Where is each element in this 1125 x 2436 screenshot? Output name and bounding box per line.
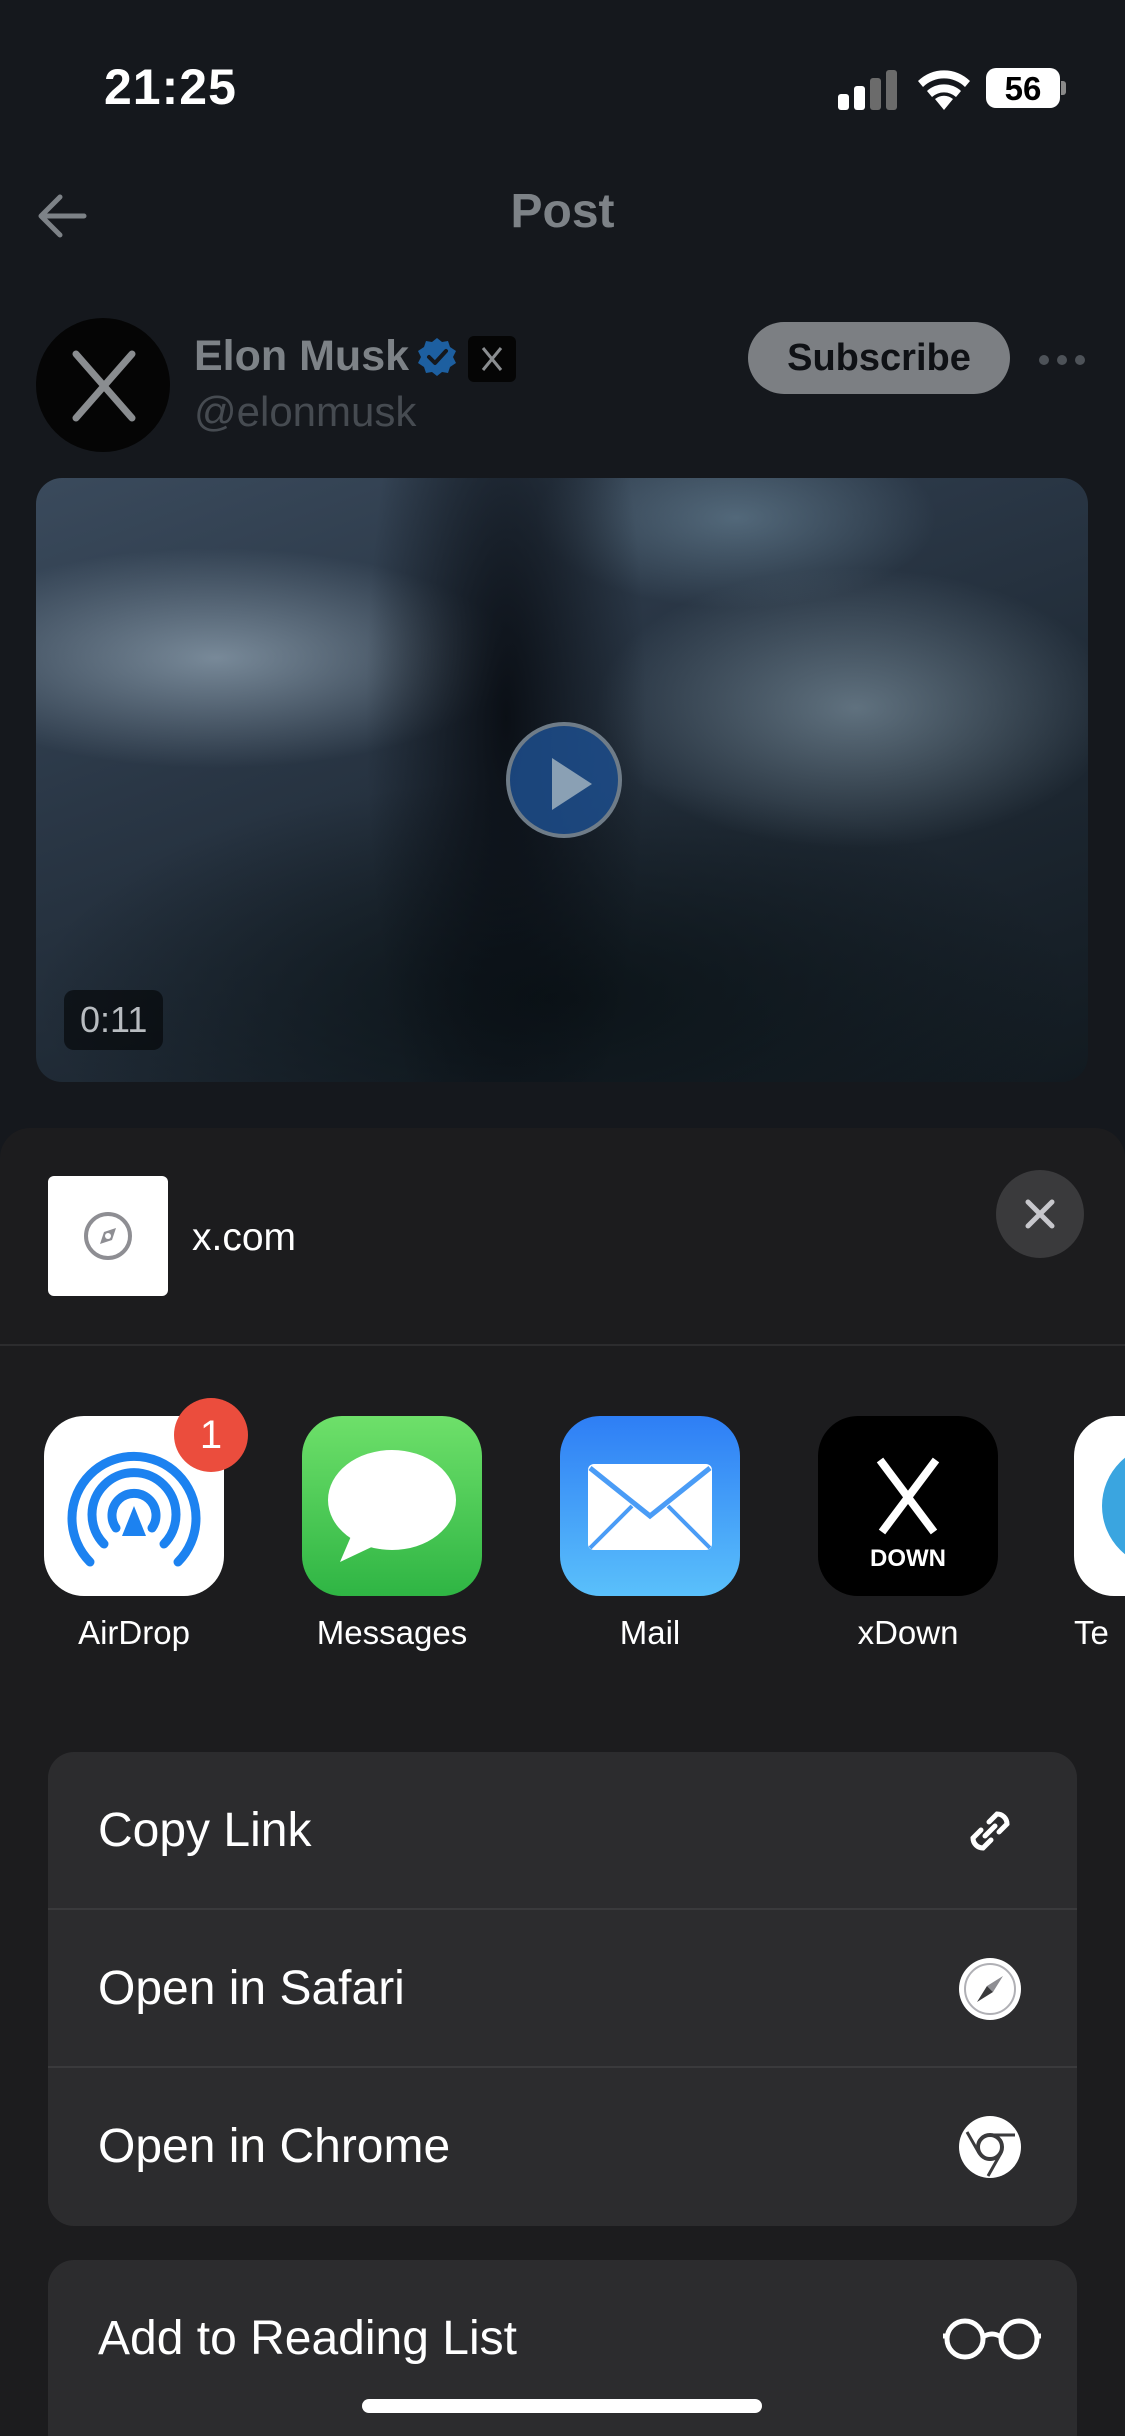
share-sheet-header: x.com xyxy=(0,1128,1125,1344)
status-bar: 21:25 56 xyxy=(0,0,1125,160)
x-logo-icon xyxy=(72,350,136,422)
author-name[interactable]: Elon Musk xyxy=(194,332,409,381)
app-label: Te xyxy=(1074,1614,1109,1651)
shared-url: x.com xyxy=(192,1216,297,1259)
action-label: Add to Reading List xyxy=(98,2312,517,2365)
cellular-signal-icon xyxy=(838,70,898,110)
post-screen: 21:25 56 Post Elon Musk @elonmusk Subscr… xyxy=(0,0,1125,1200)
app-label: Messages xyxy=(316,1614,468,1651)
subscribe-button[interactable]: Subscribe xyxy=(748,322,1010,394)
app-label: AirDrop xyxy=(78,1614,190,1651)
action-label: Copy Link xyxy=(98,1804,312,1857)
site-thumbnail xyxy=(48,1176,168,1296)
share-sheet: x.com 1 AirDrop Messages Mail DOWN xDown… xyxy=(0,1128,1125,2436)
close-icon xyxy=(1025,1199,1055,1229)
glasses-icon xyxy=(943,2318,1041,2360)
share-apps-row: 1 AirDrop Messages Mail DOWN xDown Te xyxy=(0,1398,1125,1676)
video-player[interactable]: 0:11 xyxy=(36,478,1088,1082)
share-app-airdrop[interactable]: 1 AirDrop xyxy=(44,1398,248,1666)
status-time: 21:25 xyxy=(104,59,237,115)
telegram-icon xyxy=(1074,1416,1125,1596)
wifi-icon xyxy=(918,70,970,110)
x-affiliate-icon xyxy=(468,336,516,382)
more-options-icon[interactable] xyxy=(1038,354,1086,366)
app-label: Mail xyxy=(619,1614,681,1651)
share-app-xdown[interactable]: DOWN xDown xyxy=(818,1416,998,1666)
action-add-reading-list[interactable]: Add to Reading List xyxy=(48,2260,1077,2418)
safari-icon xyxy=(959,1958,1021,2020)
action-copy-link[interactable]: Copy Link xyxy=(48,1752,1077,1910)
messages-icon xyxy=(302,1416,482,1596)
app-label: xDown xyxy=(857,1614,959,1651)
action-open-chrome[interactable]: Open in Chrome xyxy=(48,2068,1077,2226)
battery-icon: 56 xyxy=(986,68,1066,108)
share-app-mail[interactable]: Mail xyxy=(560,1416,740,1666)
chrome-icon xyxy=(959,2116,1021,2178)
play-button[interactable] xyxy=(506,722,622,838)
share-app-telegram[interactable]: Te xyxy=(1074,1416,1125,1666)
notification-badge: 1 xyxy=(174,1398,248,1472)
video-duration: 0:11 xyxy=(64,990,164,1050)
play-icon xyxy=(552,758,592,810)
battery-level: 56 xyxy=(1004,70,1042,107)
avatar[interactable] xyxy=(36,318,170,452)
verified-badge-icon xyxy=(418,338,456,376)
home-indicator[interactable] xyxy=(362,2399,762,2413)
action-open-safari[interactable]: Open in Safari xyxy=(48,1910,1077,2068)
close-button[interactable] xyxy=(996,1170,1084,1258)
author-handle[interactable]: @elonmusk xyxy=(194,388,416,436)
page-title: Post xyxy=(510,185,615,238)
divider xyxy=(0,1344,1125,1346)
svg-text:DOWN: DOWN xyxy=(870,1545,946,1572)
action-label: Open in Safari xyxy=(98,1962,405,2015)
link-icon xyxy=(970,1811,1010,1851)
share-app-messages[interactable]: Messages xyxy=(302,1416,482,1666)
compass-icon xyxy=(84,1212,132,1260)
action-label: Open in Chrome xyxy=(98,2120,451,2173)
share-actions-group: Copy Link Open in Safari Open in Chrome xyxy=(48,1752,1077,2226)
mail-icon xyxy=(560,1416,740,1596)
xdown-icon: DOWN xyxy=(818,1416,998,1596)
